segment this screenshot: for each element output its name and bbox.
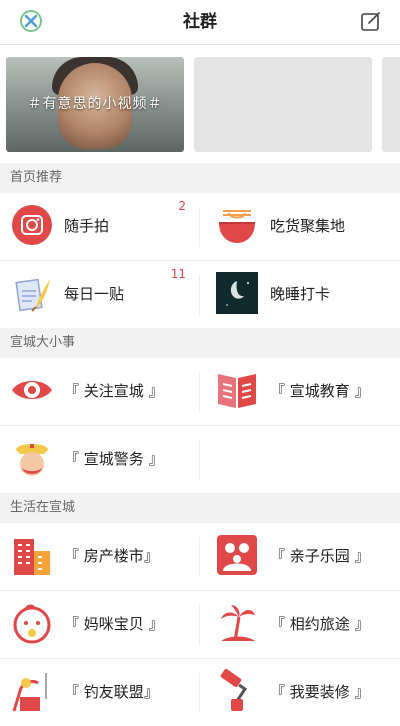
unread-badge: 2: [178, 199, 186, 213]
item-label: 『 相约旅途 』: [270, 615, 370, 633]
family-icon: [217, 535, 257, 575]
community-item-daily-post[interactable]: 每日一贴 11: [0, 261, 200, 328]
section-grid: 『 房产楼市』 『 亲子乐园 』 『 妈咪宝贝 』 『 相约旅途 』 『 钓友联…: [0, 523, 400, 726]
item-label: 『 宣城教育 』: [270, 382, 370, 400]
section-grid: 『 关注宣城 』 『 宣城教育 』 『 宣城警务 』: [0, 358, 400, 493]
community-item-family-park[interactable]: 『 亲子乐园 』: [200, 523, 400, 590]
fishing-icon: [12, 673, 47, 712]
compose-icon[interactable]: [360, 10, 382, 32]
community-item-fishing[interactable]: 『 钓友联盟』: [0, 659, 200, 726]
camera-icon: [12, 205, 52, 245]
banner-slide-placeholder[interactable]: [194, 57, 372, 152]
paint-roller-icon: [220, 669, 248, 711]
item-label: 每日一贴: [64, 285, 125, 303]
police-cap-icon: [16, 444, 48, 476]
item-label: 『 亲子乐园 』: [270, 547, 370, 565]
item-label: 『 宣城警务 』: [64, 450, 164, 468]
banner-slide-placeholder[interactable]: [382, 57, 400, 152]
item-label: 『 我要装修 』: [270, 683, 370, 701]
unread-badge: 11: [170, 267, 186, 281]
building-icon: [14, 539, 50, 575]
book-icon: [218, 374, 256, 408]
item-label: 『 房产楼市』: [64, 547, 159, 565]
item-label: 晚睡打卡: [270, 285, 331, 303]
banner-slide-video[interactable]: ＃有意思的小视频＃: [6, 57, 184, 152]
community-item-xuancheng-education[interactable]: 『 宣城教育 』: [200, 358, 400, 425]
item-label: 『 妈咪宝贝 』: [64, 615, 164, 633]
section-header: 首页推荐: [0, 163, 400, 193]
item-label: 『 关注宣城 』: [64, 382, 164, 400]
item-label: 随手拍: [64, 217, 110, 235]
community-item-mommy-baby[interactable]: 『 妈咪宝贝 』: [0, 591, 200, 658]
section-header: 生活在宣城: [0, 493, 400, 523]
community-item-real-estate[interactable]: 『 房产楼市』: [0, 523, 200, 590]
community-item-xuancheng-focus[interactable]: 『 关注宣城 』: [0, 358, 200, 425]
community-item-foodies[interactable]: 吃货聚集地: [200, 193, 400, 260]
section-grid: 随手拍 2 吃货聚集地 每日一贴 11 晚睡打卡: [0, 193, 400, 328]
palm-island-icon: [221, 605, 255, 642]
banner-carousel[interactable]: ＃有意思的小视频＃: [0, 45, 400, 163]
night-sky-icon: [216, 272, 258, 314]
noodle-bowl-icon: [219, 210, 255, 243]
section-header: 宣城大小事: [0, 328, 400, 358]
eye-icon: [12, 381, 52, 399]
community-item-snapshot[interactable]: 随手拍 2: [0, 193, 200, 260]
top-bar: 社群: [0, 0, 400, 45]
page-title: 社群: [183, 12, 217, 32]
community-item-travel[interactable]: 『 相约旅途 』: [200, 591, 400, 658]
paper-quill-icon: [15, 278, 50, 312]
baby-icon: [13, 604, 51, 644]
item-label: 吃货聚集地: [270, 217, 346, 235]
community-item-night-checkin[interactable]: 晚睡打卡: [200, 261, 400, 328]
item-label: 『 钓友联盟』: [64, 683, 159, 701]
community-item-xuancheng-police[interactable]: 『 宣城警务 』: [0, 426, 200, 493]
banner-caption: ＃有意思的小视频＃: [27, 96, 163, 112]
community-item-renovation[interactable]: 『 我要装修 』: [200, 659, 400, 726]
